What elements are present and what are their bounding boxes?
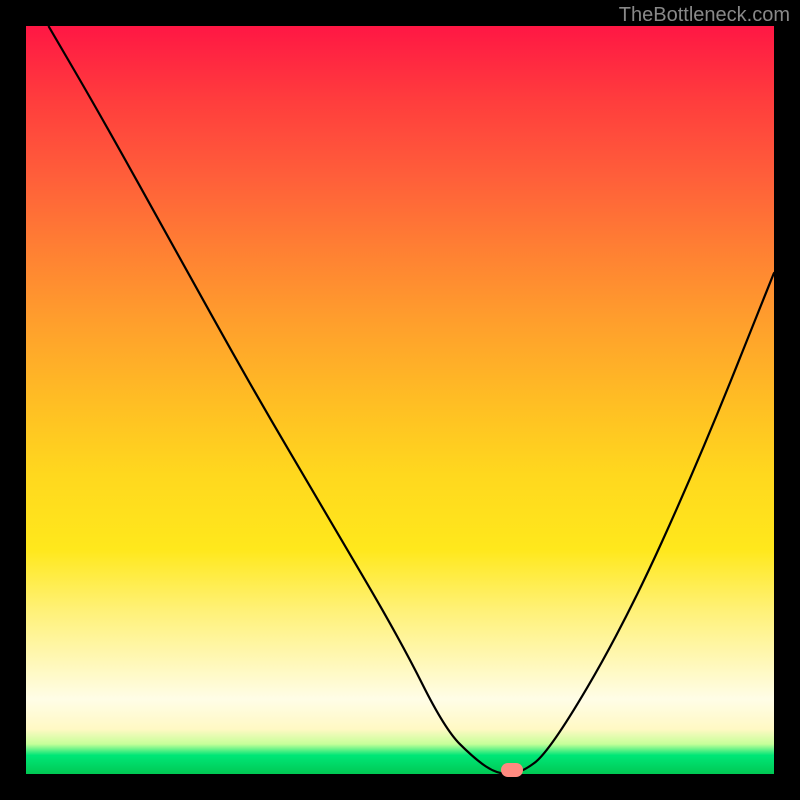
- chart-plot-area: [26, 26, 774, 774]
- attribution-text: TheBottleneck.com: [619, 4, 790, 27]
- bottleneck-curve: [26, 26, 774, 774]
- optimal-point-marker: [501, 763, 523, 777]
